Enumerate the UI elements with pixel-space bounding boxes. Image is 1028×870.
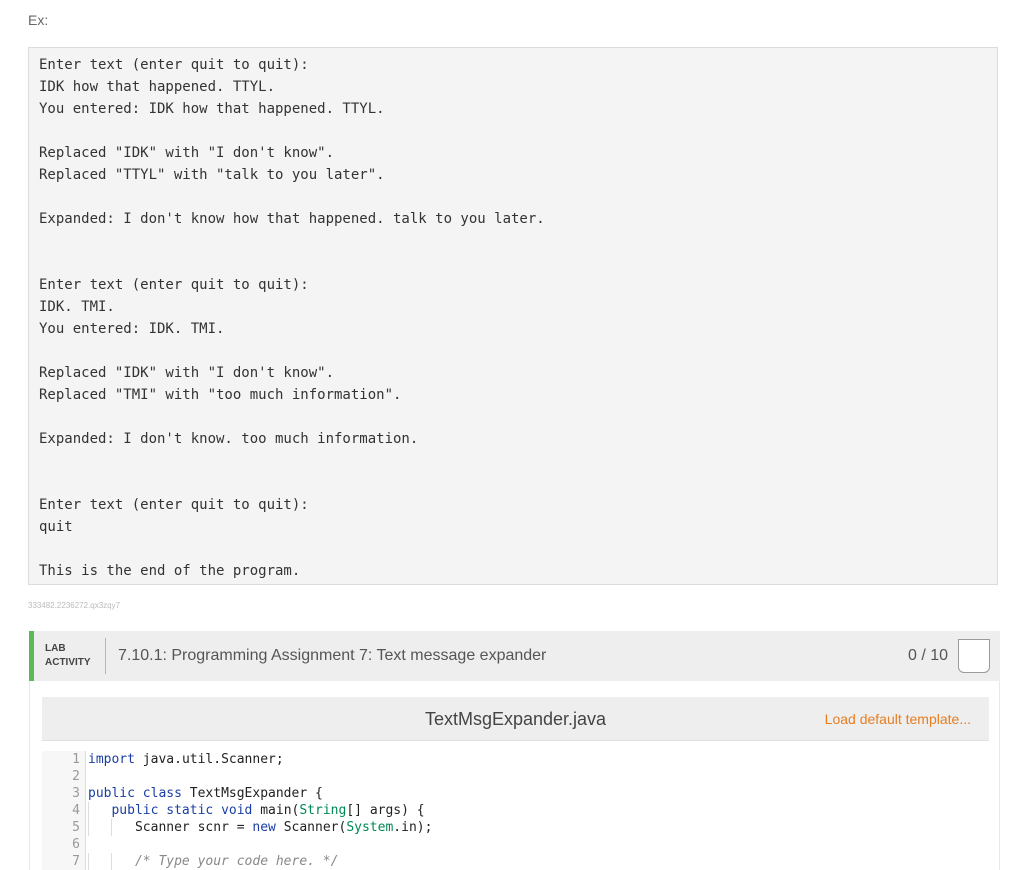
code-text: public class TextMsgExpander { <box>88 786 323 801</box>
load-default-template-link[interactable]: Load default template... <box>825 711 971 727</box>
code-editor[interactable]: 1 import java.util.Scanner; 2 3 public class… <box>42 741 989 870</box>
code-text: Scanner scnr = new Scanner(System.in); <box>134 820 433 835</box>
lab-activity-tag: LAB ACTIVITY <box>34 638 106 674</box>
line-number: 6 <box>72 837 80 852</box>
lab-title: 7.10.1: Programming Assignment 7: Text m… <box>118 647 547 664</box>
console-line: Enter text (enter quit to quit): <box>39 57 309 73</box>
line-number: 5 <box>72 820 80 835</box>
line-number: 1 <box>72 752 80 767</box>
indent-guide <box>88 853 89 870</box>
indent-guide <box>88 802 89 819</box>
lab-activity-header: LAB ACTIVITY 7.10.1: Programming Assignm… <box>29 631 1000 681</box>
line-number: 3 <box>72 786 80 801</box>
code-text: /* Type your code here. */ <box>134 854 339 869</box>
line-number: 7 <box>72 854 80 869</box>
console-line: IDK. TMI. <box>39 299 115 315</box>
console-line: You entered: IDK how that happened. TTYL… <box>39 101 385 117</box>
code-line: 5 Scanner scnr = new Scanner(System.in); <box>42 819 989 836</box>
code-line: 6 <box>42 836 989 853</box>
lab-score: 0 / 10 <box>907 647 948 664</box>
lab-identifier: 333482.2236272.qx3zqy7 <box>28 601 121 610</box>
code-lines: 1 import java.util.Scanner; 2 3 public class… <box>42 751 989 870</box>
console-line: Replaced "TTYL" with "talk to you later"… <box>39 167 385 183</box>
console-line: quit <box>39 519 73 535</box>
console-line: Replaced "IDK" with "I don't know". <box>39 365 335 381</box>
console-line: You entered: IDK. TMI. <box>39 321 225 337</box>
code-editor-panel: TextMsgExpander.java Load default templa… <box>29 681 1000 870</box>
console-line: IDK how that happened. TTYL. <box>39 79 276 95</box>
console-line: Expanded: I don't know. too much informa… <box>39 431 419 447</box>
line-number: 2 <box>72 769 80 784</box>
console-output: Enter text (enter quit to quit): IDK how … <box>28 47 998 585</box>
line-number: 4 <box>72 803 80 818</box>
lab-tag-line2: ACTIVITY <box>45 657 91 668</box>
file-bar: TextMsgExpander.java Load default templa… <box>42 697 989 741</box>
code-line: 2 <box>42 768 989 785</box>
code-text: public static void main(String[] args) { <box>111 803 425 818</box>
lab-tag-line1: LAB <box>45 643 66 654</box>
console-line: Expanded: I don't know how that happened… <box>39 211 545 227</box>
console-line: Replaced "IDK" with "I don't know". <box>39 145 335 161</box>
code-line: 4 public static void main(String[] args)… <box>42 802 989 819</box>
score-badge-icon <box>958 639 990 673</box>
indent-guide <box>111 853 113 870</box>
console-line: Replaced "TMI" with "too much informatio… <box>39 387 402 403</box>
console-line: Enter text (enter quit to quit): <box>39 277 309 293</box>
console-line: Enter text (enter quit to quit): <box>39 497 309 513</box>
code-line: 3 public class TextMsgExpander { <box>42 785 989 802</box>
indent-guide <box>88 819 89 836</box>
console-line: This is the end of the program. <box>39 563 301 579</box>
code-line: 7 /* Type your code here. */ <box>42 853 989 870</box>
example-label: Ex: <box>28 12 49 28</box>
indent-guide <box>111 819 113 836</box>
code-text: import java.util.Scanner; <box>88 752 284 767</box>
code-line: 1 import java.util.Scanner; <box>42 751 989 768</box>
